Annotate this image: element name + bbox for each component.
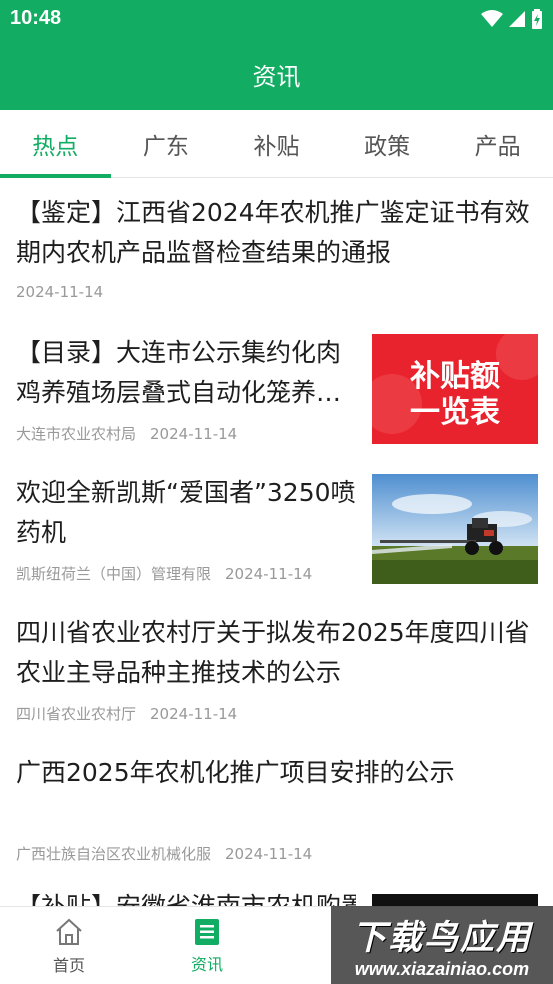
subsidy-table-image: 补贴额 一览表	[372, 334, 538, 434]
news-item[interactable]: 欢迎全新凯斯“爱国者”3250喷药机 凯斯纽荷兰（中国）管理有限 2024-11-…	[0, 459, 553, 599]
news-item[interactable]: 广西2025年农机化推广项目安排的公示 广西壮族自治区农业机械化服 2024-11…	[0, 739, 553, 879]
news-item[interactable]: 四川省农业农村厅关于拟发布2025年度四川省农业主导品种主推技术的公示 四川省农…	[0, 599, 553, 739]
news-source: 四川省农业农村厅	[16, 705, 137, 723]
news-date: 2024-11-14	[225, 845, 313, 863]
news-meta: 2024-11-14	[16, 283, 103, 301]
nav-label: 资讯	[190, 955, 223, 974]
news-date: 2024-11-14	[150, 705, 238, 723]
news-source: 凯斯纽荷兰（中国）管理有限	[16, 565, 212, 583]
wifi-icon	[481, 10, 503, 27]
news-meta: 凯斯纽荷兰（中国）管理有限 2024-11-14	[16, 563, 312, 584]
news-item[interactable]: 【补贴】安徽省淮南市农机购置	[0, 879, 553, 906]
sprayer-tractor-image	[372, 474, 538, 584]
news-item[interactable]: 【目录】大连市公示集约化肉鸡养殖场层叠式自动化笼养设备补贴额一览表 大连市农业农…	[0, 319, 553, 459]
news-date: 2024-11-14	[225, 565, 313, 583]
signal-icon	[509, 11, 525, 27]
news-feed: 【鉴定】江西省2024年农机推广鉴定证书有效期内农机产品监督检查结果的通报 20…	[0, 179, 553, 906]
status-icons	[481, 8, 543, 30]
status-time: 10:48	[10, 7, 62, 29]
news-meta: 大连市农业农村局 2024-11-14	[16, 423, 237, 444]
battery-icon	[532, 9, 542, 29]
news-title: 【鉴定】江西省2024年农机推广鉴定证书有效期内农机产品监督检查结果的通报	[16, 198, 530, 267]
news-title: 四川省农业农村厅关于拟发布2025年度四川省农业主导品种主推技术的公示	[16, 618, 530, 687]
watermark-logo-text: 下载鸟应用	[352, 918, 532, 958]
watermark-url: www.xiazainiao.com	[354, 959, 530, 979]
app-bar: 资讯	[0, 38, 553, 110]
news-title: 欢迎全新凯斯“爱国者”3250喷药机	[16, 478, 356, 547]
nav-home[interactable]: 首页	[0, 907, 138, 984]
news-thumbnail	[372, 894, 538, 906]
page-title: 资讯	[252, 62, 301, 91]
tab-label: 补贴	[253, 133, 300, 160]
category-tabs: 热点 广东 补贴 政策 产品	[0, 110, 553, 178]
news-source: 大连市农业农村局	[16, 425, 137, 443]
status-bar: 10:48	[0, 0, 553, 38]
news-thumbnail: 补贴额 一览表	[372, 334, 538, 444]
nav-label: 首页	[52, 956, 85, 975]
news-title: 【目录】大连市公示集约化肉鸡养殖场层叠式自动化笼养设备补贴额一览表	[16, 338, 342, 407]
home-icon	[56, 918, 82, 945]
news-icon	[195, 919, 219, 945]
tab-guangdong[interactable]: 广东	[111, 110, 222, 177]
news-thumbnail	[372, 474, 538, 584]
news-title: 广西2025年农机化推广项目安排的公示	[16, 758, 455, 787]
news-meta: 广西壮族自治区农业机械化服 2024-11-14	[16, 843, 312, 864]
tab-label: 热点	[32, 133, 79, 160]
nav-news[interactable]: 资讯	[138, 907, 276, 984]
news-item[interactable]: 【鉴定】江西省2024年农机推广鉴定证书有效期内农机产品监督检查结果的通报 20…	[0, 179, 553, 319]
thumb-text-line2: 一览表	[410, 395, 500, 430]
news-date: 2024-11-14	[16, 283, 104, 301]
tab-hot[interactable]: 热点	[0, 110, 111, 178]
tab-label: 政策	[364, 133, 411, 160]
tab-label: 产品	[474, 133, 521, 160]
tab-product[interactable]: 产品	[442, 110, 553, 177]
thumb-text-line1: 补贴额	[410, 359, 500, 394]
tab-subsidy[interactable]: 补贴	[221, 110, 332, 177]
news-date: 2024-11-14	[150, 425, 238, 443]
watermark-overlay: 下载鸟应用 www.xiazainiao.com	[331, 906, 553, 984]
tab-policy[interactable]: 政策	[332, 110, 443, 177]
news-source: 广西壮族自治区农业机械化服	[16, 845, 212, 863]
tab-label: 广东	[142, 133, 189, 160]
news-meta: 四川省农业农村厅 2024-11-14	[16, 703, 237, 724]
news-title: 【补贴】安徽省淮南市农机购置	[16, 887, 356, 906]
